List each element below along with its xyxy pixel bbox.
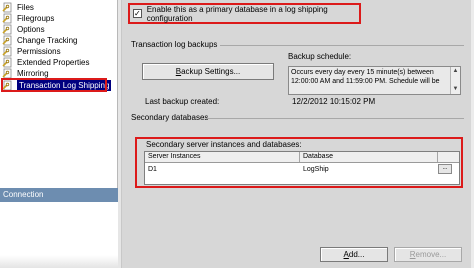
enable-primary-highlight: ✓ Enable this as a primary database in a… bbox=[128, 3, 361, 24]
secondary-grid[interactable]: Server Instances Database D1 LogShip ... bbox=[144, 151, 460, 185]
backups-section-label: Transaction log backups bbox=[131, 40, 218, 49]
nav-item-change-tracking[interactable]: Change Tracking bbox=[2, 35, 114, 46]
connection-panel-fade bbox=[0, 255, 118, 268]
secondary-grid-caption: Secondary server instances and databases… bbox=[146, 140, 302, 149]
column-header-database[interactable]: Database bbox=[300, 152, 438, 162]
remove-button[interactable]: Remove... bbox=[394, 247, 462, 262]
nav-item-extended-properties[interactable]: Extended Properties bbox=[2, 57, 114, 68]
column-header-server-instances[interactable]: Server Instances bbox=[145, 152, 300, 162]
backup-schedule-text: Occurs every day every 15 minute(s) betw… bbox=[291, 69, 440, 85]
backup-settings-label: ackup Settings... bbox=[181, 67, 241, 76]
page-wrench-icon bbox=[2, 57, 12, 68]
database-browse-button[interactable]: ... bbox=[438, 164, 452, 174]
last-backup-value: 12/2/2012 10:15:02 PM bbox=[292, 97, 376, 106]
backup-settings-button[interactable]: Backup Settings... bbox=[142, 63, 274, 80]
last-backup-label: Last backup created: bbox=[145, 97, 220, 106]
scroll-down-icon[interactable]: ▼ bbox=[451, 85, 460, 94]
page-wrench-icon bbox=[2, 35, 12, 46]
check-mark-icon: ✓ bbox=[134, 8, 141, 18]
secondary-section-rule bbox=[206, 118, 464, 119]
selected-item-highlight bbox=[1, 78, 107, 92]
nav-item-filegroups[interactable]: Filegroups bbox=[2, 13, 114, 24]
nav-item-files[interactable]: Files bbox=[2, 2, 114, 13]
backups-section-rule bbox=[220, 45, 464, 46]
schedule-scrollbar[interactable]: ▲ ▼ bbox=[450, 67, 460, 94]
secondary-section-label: Secondary databases bbox=[131, 113, 209, 122]
page-wrench-icon bbox=[2, 2, 12, 13]
navigation-pane: Files Filegroups Options Change Tracking… bbox=[0, 0, 118, 268]
log-shipping-page: ✓ Enable this as a primary database in a… bbox=[122, 0, 474, 268]
add-label: dd... bbox=[348, 250, 365, 259]
enable-primary-label: Enable this as a primary database in a l… bbox=[146, 4, 328, 23]
nav-item-label: Permissions bbox=[17, 47, 61, 56]
page-wrench-icon bbox=[2, 24, 12, 35]
page-wrench-icon bbox=[2, 13, 12, 24]
nav-item-label: Files bbox=[17, 3, 34, 12]
connection-header: Connection bbox=[0, 188, 118, 202]
enable-primary-checkbox[interactable]: ✓ bbox=[133, 9, 142, 18]
backup-schedule-label: Backup schedule: bbox=[288, 52, 352, 61]
nav-item-options[interactable]: Options bbox=[2, 24, 114, 35]
nav-item-label: Change Tracking bbox=[17, 36, 78, 45]
nav-item-label: Options bbox=[17, 25, 45, 34]
backup-schedule-field[interactable]: Occurs every day every 15 minute(s) betw… bbox=[288, 66, 461, 95]
secondary-grid-highlight: Secondary server instances and databases… bbox=[135, 137, 463, 188]
grid-cell-server[interactable]: D1 bbox=[145, 165, 300, 175]
grid-header: Server Instances Database bbox=[145, 152, 459, 163]
grid-cell-database[interactable]: LogShip bbox=[300, 165, 436, 175]
scroll-up-icon[interactable]: ▲ bbox=[451, 67, 460, 76]
remove-label: emove... bbox=[415, 250, 447, 259]
page-wrench-icon bbox=[2, 46, 12, 57]
nav-item-label: Filegroups bbox=[17, 14, 55, 23]
nav-item-permissions[interactable]: Permissions bbox=[2, 46, 114, 57]
add-button[interactable]: Add... bbox=[320, 247, 388, 262]
nav-item-label: Extended Properties bbox=[17, 58, 90, 67]
